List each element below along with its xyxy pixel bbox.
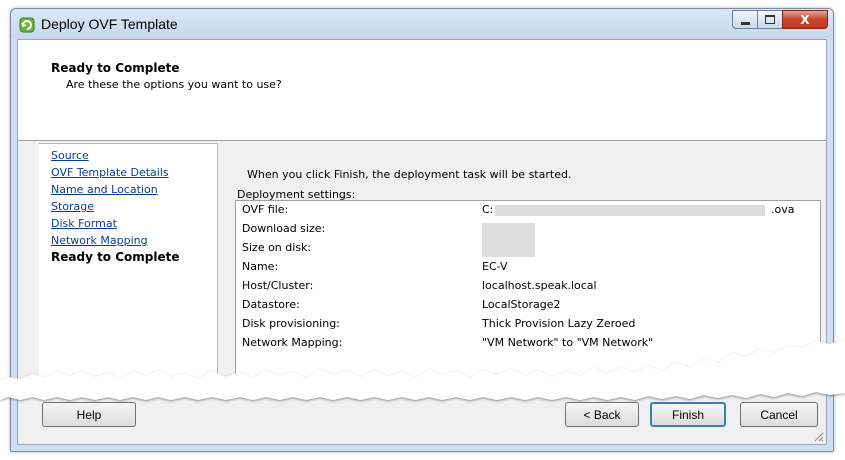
wizard-steps: Source OVF Template Details Name and Loc… xyxy=(39,143,218,381)
setting-value: C: xyxy=(482,203,494,216)
redacted-path xyxy=(495,205,765,216)
setting-value-suffix: .ova xyxy=(771,203,795,216)
setting-row: Name: EC-V xyxy=(236,258,820,276)
setting-row: OVF file: C: .ova xyxy=(236,201,820,219)
close-icon: X xyxy=(800,12,810,27)
setting-row: Datastore: LocalStorage2 xyxy=(236,296,820,314)
setting-key: Name: xyxy=(242,260,279,273)
setting-key: Disk provisioning: xyxy=(242,317,340,330)
setting-row: Host/Cluster: localhost.speak.local xyxy=(236,277,820,295)
setting-value: localhost.speak.local xyxy=(482,279,597,292)
finish-intro-text: When you click Finish, the deployment ta… xyxy=(247,168,572,181)
help-button[interactable]: Help xyxy=(42,402,136,427)
setting-key: Size on disk: xyxy=(242,241,312,254)
step-ovf-template-details[interactable]: OVF Template Details xyxy=(51,166,169,179)
maximize-button[interactable] xyxy=(757,10,783,29)
minimize-icon xyxy=(740,21,750,25)
redacted-sizes xyxy=(482,223,535,257)
step-network-mapping[interactable]: Network Mapping xyxy=(51,234,148,247)
setting-key: Network Mapping: xyxy=(242,336,343,349)
minimize-button[interactable] xyxy=(732,10,758,29)
window-title: Deploy OVF Template xyxy=(41,16,178,32)
finish-button[interactable]: Finish xyxy=(650,402,726,427)
title-bar[interactable]: Deploy OVF Template X xyxy=(11,9,833,39)
page-subtitle: Are these the options you want to use? xyxy=(66,78,282,91)
setting-key: OVF file: xyxy=(242,203,289,216)
cancel-button[interactable]: Cancel xyxy=(740,402,818,427)
setting-key: Download size: xyxy=(242,222,326,235)
step-storage[interactable]: Storage xyxy=(51,200,94,213)
setting-value: "VM Network" to "VM Network" xyxy=(482,336,654,349)
close-button[interactable]: X xyxy=(782,10,828,29)
setting-row: Network Mapping: "VM Network" to "VM Net… xyxy=(236,334,820,352)
wizard-header: Ready to Complete Are these the options … xyxy=(18,40,826,141)
dialog-window: Deploy OVF Template X Ready to Complete … xyxy=(10,8,834,452)
maximize-icon xyxy=(765,15,775,24)
ovf-template-icon xyxy=(19,17,35,33)
setting-value: EC-V xyxy=(482,260,508,273)
window-controls: X xyxy=(732,10,828,30)
setting-key: Datastore: xyxy=(242,298,300,311)
setting-row: Disk provisioning: Thick Provision Lazy … xyxy=(236,315,820,333)
resize-grip-icon[interactable] xyxy=(812,430,824,442)
back-button[interactable]: < Back xyxy=(565,402,639,427)
step-name-and-location[interactable]: Name and Location xyxy=(51,183,158,196)
dialog-body: Ready to Complete Are these the options … xyxy=(17,39,827,445)
deployment-settings-list: OVF file: C: .ova Download size: Size on… xyxy=(235,200,821,387)
page-title: Ready to Complete xyxy=(51,61,180,75)
step-ready-to-complete: Ready to Complete xyxy=(51,250,180,264)
setting-value: LocalStorage2 xyxy=(482,298,561,311)
step-disk-format[interactable]: Disk Format xyxy=(51,217,117,230)
step-source[interactable]: Source xyxy=(51,149,89,162)
setting-key: Host/Cluster: xyxy=(242,279,314,292)
setting-value: Thick Provision Lazy Zeroed xyxy=(482,317,636,330)
